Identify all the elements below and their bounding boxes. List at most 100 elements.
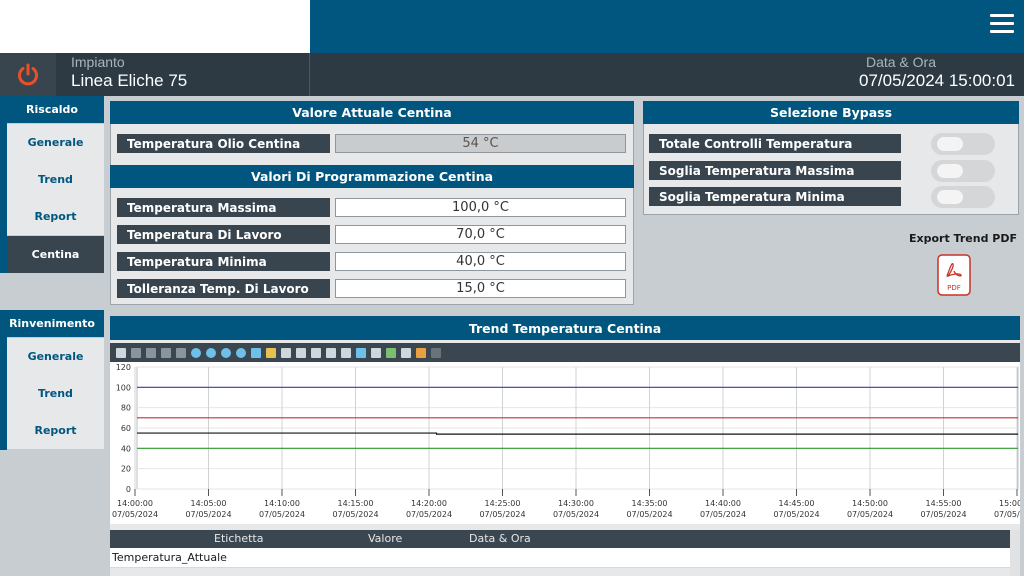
x-tick-date: 07/05/2024 — [259, 510, 305, 519]
y-tick-label: 20 — [121, 465, 131, 474]
x-tick-date: 07/05/2024 — [332, 510, 378, 519]
actual-values-title: Valore Attuale Centina — [110, 101, 634, 124]
x-tick-label: 15:00:00 — [999, 499, 1020, 508]
x-tick-label: 14:25:00 — [485, 499, 521, 508]
bypass-max-label: Soglia Temperatura Massima — [649, 161, 901, 180]
sidebar-item-rinvenimento-trend[interactable]: Trend — [7, 375, 104, 412]
trend-title: Trend Temperatura Centina — [110, 316, 1020, 340]
x-tick-label: 14:50:00 — [852, 499, 888, 508]
first-icon[interactable] — [131, 347, 141, 358]
zoom-reset-icon[interactable] — [236, 347, 246, 358]
bypass-total-toggle[interactable] — [931, 133, 995, 155]
x-tick-label: 14:10:00 — [264, 499, 300, 508]
plant-header: Impianto Linea Eliche 75 Data & Ora 07/0… — [0, 53, 1024, 96]
x-tick-label: 14:45:00 — [779, 499, 815, 508]
x-tick-label: 14:30:00 — [558, 499, 594, 508]
min-temp-input[interactable]: 40,0 °C — [335, 252, 626, 271]
bypass-title: Selezione Bypass — [643, 101, 1019, 124]
bypass-total-label: Totale Controlli Temperatura — [649, 134, 901, 153]
config-icon[interactable] — [116, 347, 126, 358]
x-tick-date: 07/05/2024 — [847, 510, 893, 519]
next-icon[interactable] — [161, 347, 171, 358]
trend-chart[interactable]: 120 100 80 60 40 20 0 14:00:00 07/05/2024 14:05:0… — [110, 362, 1020, 524]
table-scrollbar[interactable] — [1010, 530, 1020, 576]
sidebar-item-rinvenimento-report[interactable]: Report — [7, 412, 104, 449]
pause-icon[interactable] — [356, 347, 366, 358]
top-bar — [310, 0, 1024, 53]
x-tick-label: 14:20:00 — [411, 499, 447, 508]
max-temp-input[interactable]: 100,0 °C — [335, 198, 626, 217]
datetime-value: 07/05/2024 15:00:01 — [859, 71, 1015, 90]
table-icon[interactable] — [296, 347, 306, 358]
zoom-area-icon[interactable] — [221, 347, 231, 358]
grid-icon[interactable] — [281, 347, 291, 358]
x-tick-date: 07/05/2024 — [920, 510, 966, 519]
cursor-icon[interactable] — [401, 347, 411, 358]
x-tick-label: 14:00:00 — [117, 499, 153, 508]
x-tick-date: 07/05/2024 — [994, 510, 1020, 519]
bypass-min-toggle[interactable] — [931, 186, 995, 208]
trend-table-header: Etichetta Valore Data & Ora — [110, 530, 1010, 548]
x-tick-label: 14:55:00 — [926, 499, 962, 508]
bypass-max-toggle[interactable] — [931, 160, 995, 182]
sidebar-item-riscaldo-centina[interactable]: Centina — [7, 236, 104, 273]
y-tick-label: 100 — [116, 383, 131, 392]
x-tick-date: 07/05/2024 — [773, 510, 819, 519]
work-temp-input[interactable]: 70,0 °C — [335, 225, 626, 244]
row-label: Temperatura_Attuale — [112, 551, 227, 564]
col-valore: Valore — [368, 532, 403, 545]
oil-temp-value: 54 °C — [335, 134, 626, 153]
sidebar-group-rinvenimento: Rinvenimento — [0, 310, 104, 337]
sidebar-item-riscaldo-generale[interactable]: Generale — [7, 124, 104, 161]
sidebar-strip — [0, 337, 7, 450]
stats-icon[interactable] — [326, 347, 336, 358]
move-icon[interactable] — [251, 347, 261, 358]
menu-icon[interactable] — [990, 14, 1014, 36]
header-divider — [309, 53, 310, 96]
x-tick-date: 07/05/2024 — [700, 510, 746, 519]
power-icon — [18, 63, 38, 85]
y-tick-label: 80 — [121, 404, 131, 413]
x-tick-date: 07/05/2024 — [479, 510, 525, 519]
table-row[interactable]: Temperatura_Attuale — [110, 548, 1010, 568]
sidebar-item-rinvenimento-generale[interactable]: Generale — [7, 338, 104, 375]
y-tick-label: 40 — [121, 444, 131, 453]
pdf-export-button[interactable]: PDF — [937, 254, 971, 296]
programming-values-title: Valori Di Programmazione Centina — [110, 165, 634, 188]
plant-name: Linea Eliche 75 — [71, 71, 188, 90]
print-icon[interactable] — [371, 347, 381, 358]
refresh-icon[interactable] — [386, 347, 396, 358]
sidebar: Riscaldo Generale Trend Report Centina R… — [0, 96, 104, 576]
zoom-out-icon[interactable] — [206, 347, 216, 358]
x-tick-date: 07/05/2024 — [112, 510, 158, 519]
export-icon[interactable] — [341, 347, 351, 358]
top-bar-blank — [0, 0, 310, 53]
plant-label: Impianto — [71, 54, 125, 70]
x-tick-date: 07/05/2024 — [406, 510, 452, 519]
col-etichetta: Etichetta — [214, 532, 264, 545]
ruler-icon[interactable] — [266, 347, 276, 358]
x-tick-label: 14:15:00 — [338, 499, 374, 508]
zoom-in-icon[interactable] — [191, 347, 201, 358]
stop-icon[interactable] — [431, 347, 441, 358]
x-tick-label: 14:05:00 — [191, 499, 227, 508]
bypass-min-label: Soglia Temperatura Minima — [649, 187, 901, 206]
bracket-icon[interactable] — [416, 347, 426, 358]
col-data-ora: Data & Ora — [469, 532, 531, 545]
y-tick-label: 0 — [126, 485, 131, 494]
sidebar-group-riscaldo: Riscaldo — [0, 96, 104, 123]
sidebar-item-riscaldo-trend[interactable]: Trend — [7, 161, 104, 198]
x-tick-date: 07/05/2024 — [185, 510, 231, 519]
clock-icon[interactable] — [311, 347, 321, 358]
sidebar-item-riscaldo-report[interactable]: Report — [7, 198, 104, 235]
x-tick-label: 14:35:00 — [632, 499, 668, 508]
prev-icon[interactable] — [146, 347, 156, 358]
oil-temp-label: Temperatura Olio Centina — [117, 134, 330, 153]
power-button[interactable] — [0, 53, 56, 96]
x-tick-label: 14:40:00 — [705, 499, 741, 508]
max-temp-label: Temperatura Massima — [117, 198, 330, 217]
work-temp-label: Temperatura Di Lavoro — [117, 225, 330, 244]
x-tick-date: 07/05/2024 — [553, 510, 599, 519]
tolerance-input[interactable]: 15,0 °C — [335, 279, 626, 298]
last-icon[interactable] — [176, 347, 186, 358]
